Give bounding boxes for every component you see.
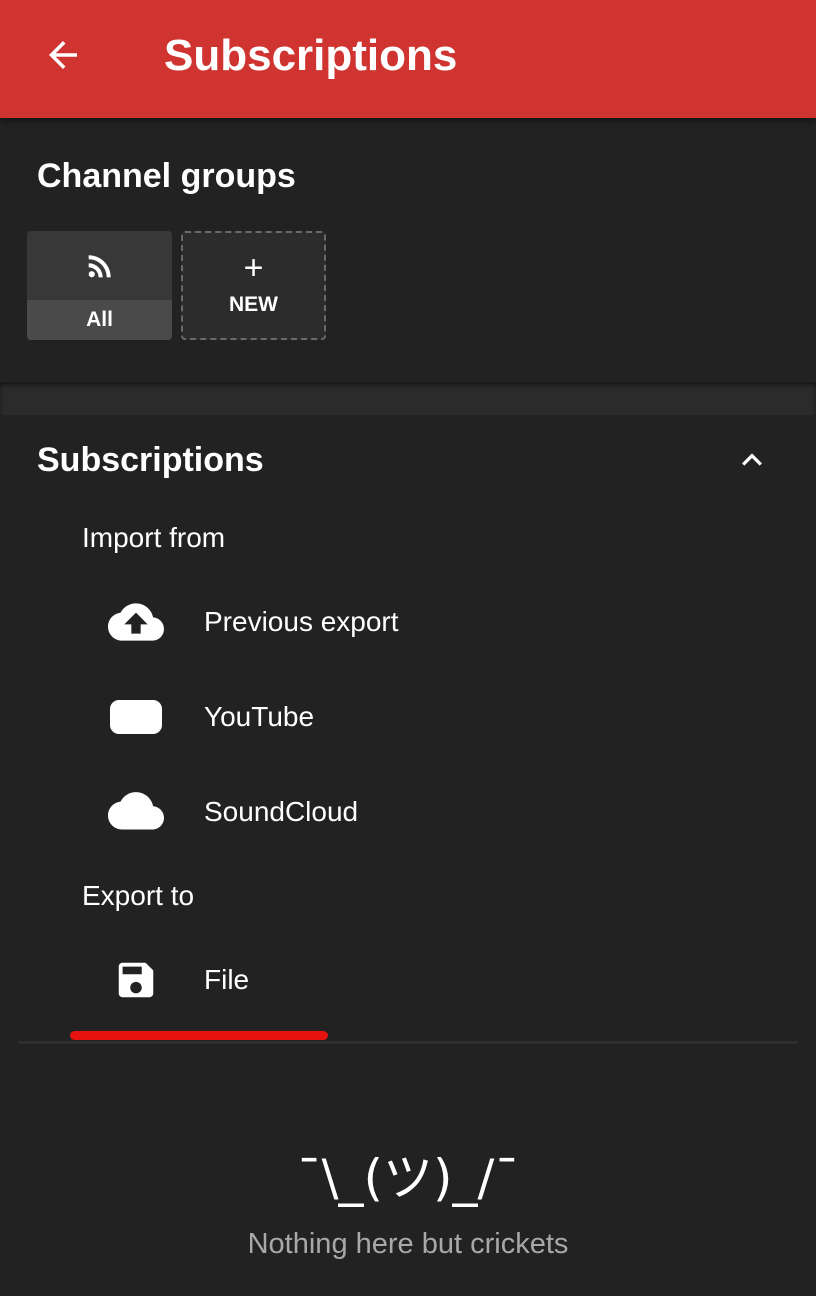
import-from-label: Import from xyxy=(82,522,226,553)
import-previous-export[interactable]: Previous export xyxy=(100,587,800,657)
collapse-button[interactable] xyxy=(726,434,778,486)
channel-groups-title: Channel groups xyxy=(37,157,296,195)
group-all-label: All xyxy=(27,300,172,340)
import-youtube[interactable]: YouTube xyxy=(100,682,800,752)
back-button[interactable] xyxy=(30,22,96,88)
cloud-icon xyxy=(108,792,164,830)
plus-icon: + xyxy=(243,249,264,287)
chevron-up-icon xyxy=(742,453,762,466)
section-divider xyxy=(0,382,816,415)
empty-state-emoticon: ¯\_(ツ)_/¯ xyxy=(296,1149,520,1207)
soundcloud-label: SoundCloud xyxy=(204,796,359,827)
annotation-underline xyxy=(70,1031,328,1040)
list-divider xyxy=(18,1041,798,1044)
youtube-icon xyxy=(110,700,162,734)
youtube-label: YouTube xyxy=(204,701,315,732)
channel-groups-section: Channel groups All + NEW xyxy=(0,118,816,382)
page-title: Subscriptions xyxy=(164,31,458,80)
subscriptions-section-title: Subscriptions xyxy=(37,441,264,479)
new-group-button[interactable]: + NEW xyxy=(181,231,326,340)
new-group-label: NEW xyxy=(229,293,278,316)
export-file[interactable]: File xyxy=(100,945,800,1015)
export-to-label: Export to xyxy=(82,880,195,911)
file-label: File xyxy=(204,964,250,995)
rss-feed-icon xyxy=(88,255,111,278)
app-bar: Subscriptions xyxy=(0,0,816,118)
group-all-card[interactable]: All xyxy=(27,231,172,340)
cloud-upload-icon xyxy=(108,603,164,641)
previous-export-label: Previous export xyxy=(204,606,399,637)
import-soundcloud[interactable]: SoundCloud xyxy=(100,777,800,847)
empty-state-message: Nothing here but crickets xyxy=(247,1228,569,1260)
arrow-back-icon xyxy=(49,41,77,69)
save-icon xyxy=(118,962,154,998)
